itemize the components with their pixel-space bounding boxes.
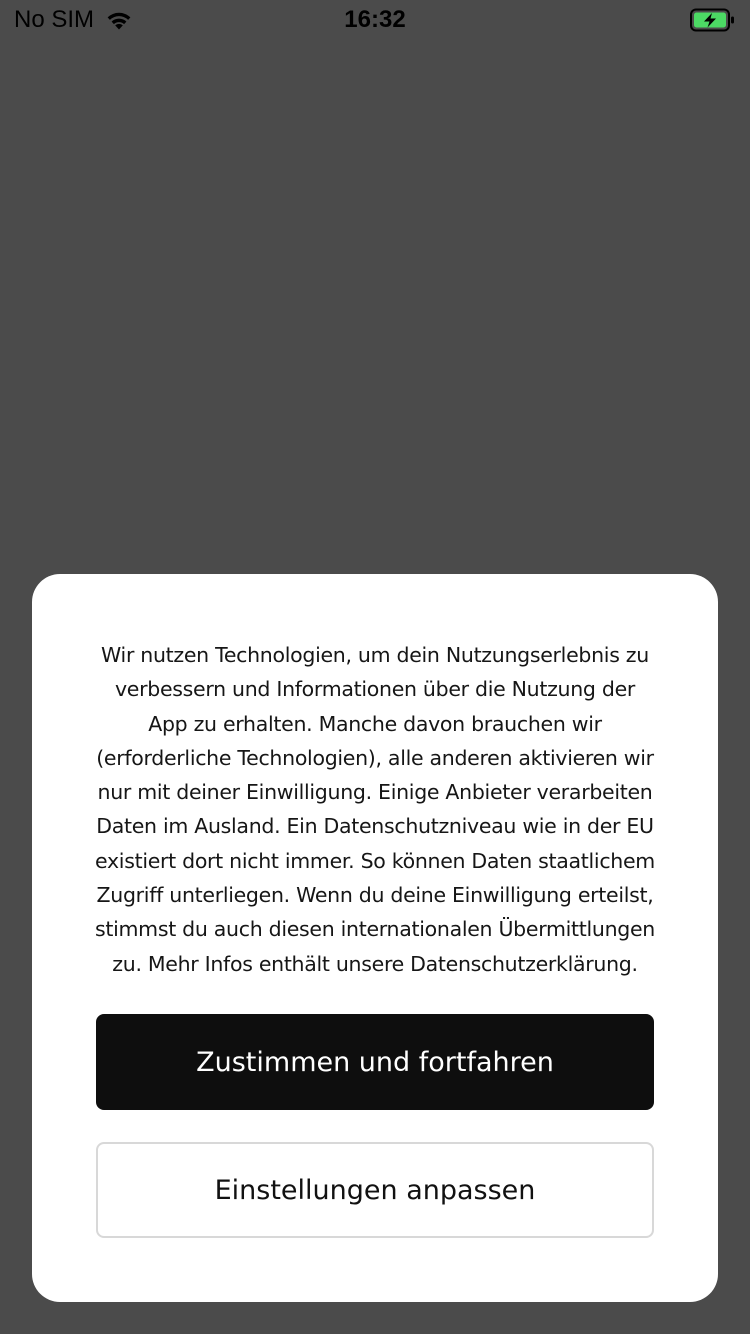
battery-charging-icon	[690, 8, 736, 32]
accept-continue-button[interactable]: Zustimmen und fortfahren	[96, 1014, 654, 1110]
screen: No SIM 16:32 Wir nutzen Technologien, um…	[0, 0, 750, 1334]
accept-continue-label: Zustimmen und fortfahren	[196, 1046, 554, 1078]
consent-text: Wir nutzen Technologien, um dein Nutzung…	[94, 643, 655, 976]
clock: 16:32	[344, 6, 406, 33]
status-bar: No SIM 16:32	[0, 0, 750, 40]
adjust-settings-label: Einstellungen anpassen	[214, 1174, 536, 1206]
adjust-settings-button[interactable]: Einstellungen anpassen	[96, 1142, 654, 1238]
consent-dialog: Wir nutzen Technologien, um dein Nutzung…	[32, 574, 718, 1302]
